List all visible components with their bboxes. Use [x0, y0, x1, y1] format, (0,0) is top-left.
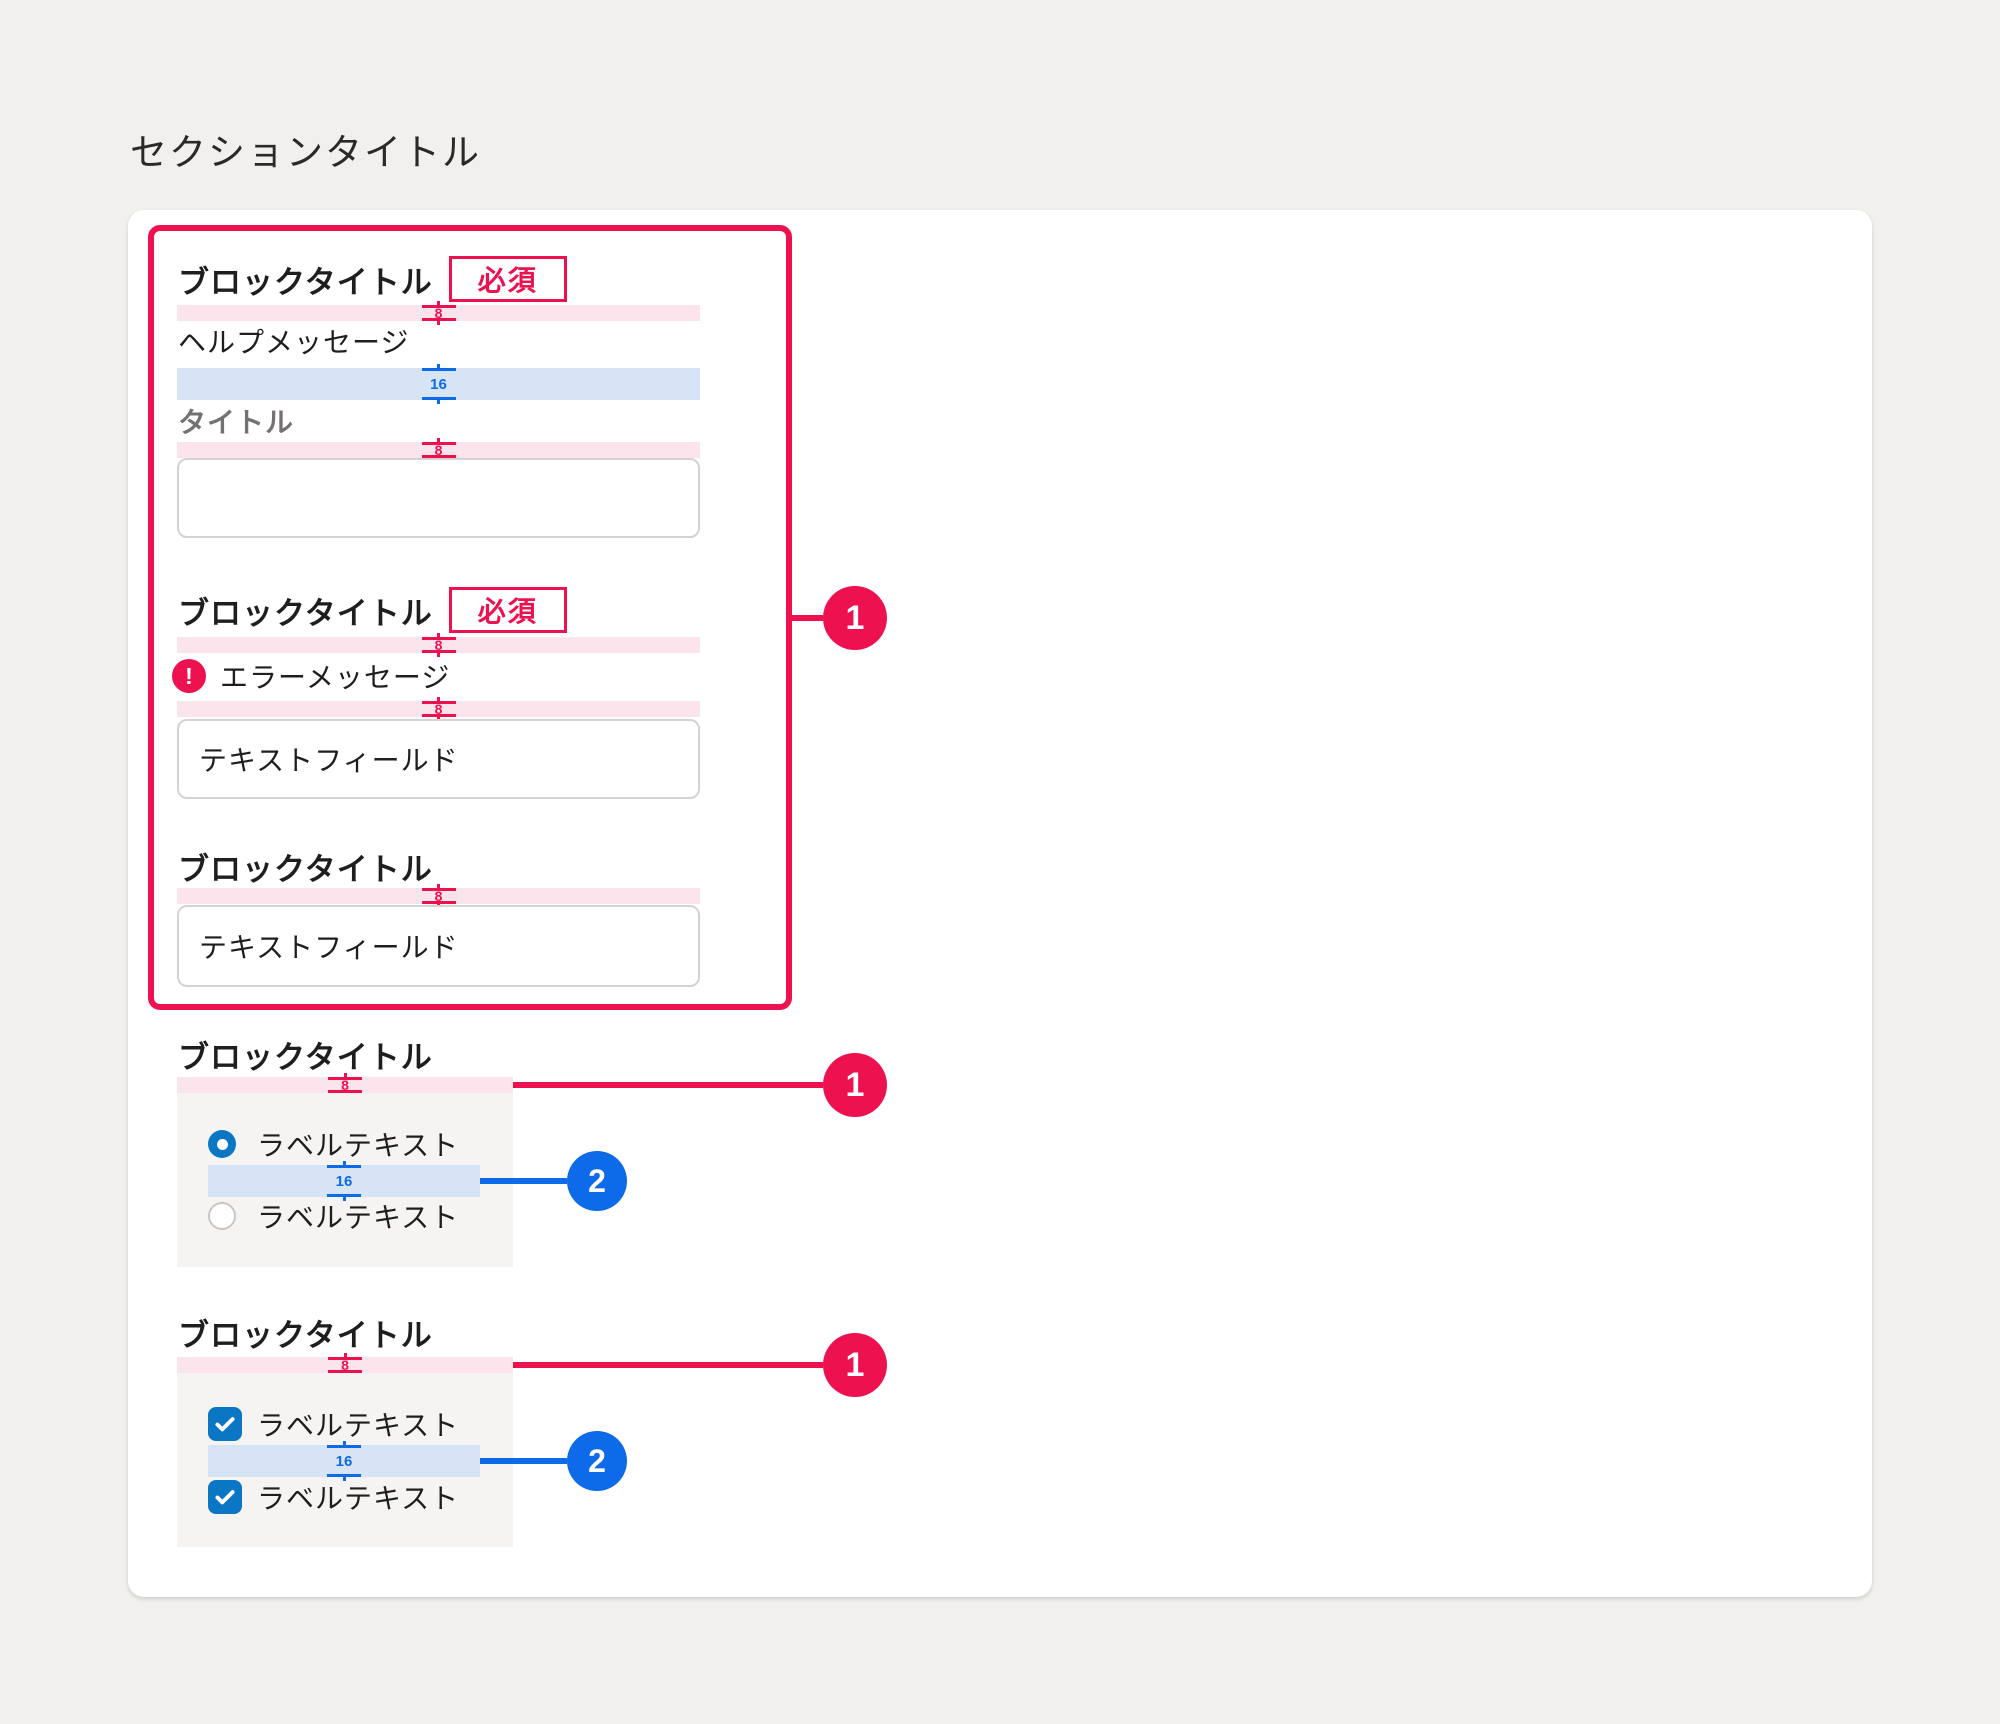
spacing-marker-8: 8	[328, 1077, 362, 1093]
checkbox-option-row[interactable]: ラベルテキスト	[208, 1479, 459, 1515]
block1-title-row: ブロックタイトル 必須	[178, 255, 567, 303]
block1-help-message: ヘルプメッセージ	[178, 324, 409, 362]
radio-block-title-row: ブロックタイトル	[178, 1034, 433, 1074]
spacing-marker-16: 16	[327, 1165, 361, 1197]
block1-required-badge: 必須	[449, 256, 567, 302]
radio-selected-icon[interactable]	[208, 1130, 236, 1158]
callout2-connector-line	[480, 1458, 567, 1464]
callout-1-badge: 1	[823, 1333, 887, 1397]
checkbox-checked-icon[interactable]	[208, 1480, 242, 1514]
radio-option-row[interactable]: ラベルテキスト	[208, 1200, 459, 1232]
callout-2-badge: 2	[567, 1151, 627, 1211]
checkbox-block-title-row: ブロックタイトル	[178, 1312, 433, 1352]
callout1-connector-line	[792, 615, 823, 621]
block3-text-field[interactable]: テキストフィールド	[177, 905, 700, 987]
checkmark-icon	[212, 1484, 238, 1510]
checkbox-option-row[interactable]: ラベルテキスト	[208, 1406, 459, 1442]
radio-unselected-icon[interactable]	[208, 1202, 236, 1230]
spacing-marker-16: 16	[327, 1445, 361, 1477]
radio-block-spacing-bar-16: 16	[208, 1165, 480, 1197]
page: セクションタイトル ブロックタイトル 必須 8 ヘルプメッセージ 16 タイトル…	[0, 0, 2000, 1724]
block1-inner-label: タイトル	[178, 404, 294, 442]
block1-title: ブロックタイトル	[178, 257, 433, 302]
radio-option-row[interactable]: ラベルテキスト	[208, 1128, 459, 1160]
callout1-connector-line	[513, 1362, 823, 1368]
block2-title-row: ブロックタイトル 必須	[178, 586, 567, 634]
callout-1-badge: 1	[823, 586, 887, 650]
spacing-marker-8: 8	[422, 637, 456, 653]
block2-error-message: エラーメッセージ	[220, 656, 450, 696]
callout2-connector-line	[480, 1178, 567, 1184]
radio-block-spacing-bar-8: 8	[177, 1077, 513, 1093]
block2-required-badge: 必須	[449, 587, 567, 633]
spacing-marker-8: 8	[422, 701, 456, 717]
checkbox-block-spacing-bar-16: 16	[208, 1445, 480, 1477]
block2-spacing-bar-8a: 8	[177, 637, 700, 653]
block1-spacing-bar-8a: 8	[177, 305, 700, 321]
spacing-marker-8: 8	[422, 888, 456, 904]
block2-error-row: ! エラーメッセージ	[172, 657, 450, 695]
error-exclamation-icon: !	[172, 659, 206, 693]
block3-spacing-bar-8: 8	[177, 888, 700, 904]
block2-text-field[interactable]: テキストフィールド	[177, 719, 700, 799]
block2-spacing-bar-8b: 8	[177, 701, 700, 717]
checkbox-option-label: ラベルテキスト	[257, 1404, 459, 1444]
block1-text-field[interactable]	[177, 458, 700, 538]
spacing-marker-8: 8	[422, 442, 456, 458]
section-title: セクションタイトル	[130, 122, 481, 176]
block1-spacing-bar-16: 16	[177, 368, 700, 400]
checkmark-icon	[212, 1411, 238, 1437]
radio-option-label: ラベルテキスト	[257, 1196, 459, 1236]
block1-spacing-bar-8b: 8	[177, 442, 700, 458]
spacing-marker-8: 8	[422, 305, 456, 321]
block3-title-row: ブロックタイトル	[178, 846, 433, 886]
checkbox-block-title: ブロックタイトル	[178, 1310, 433, 1355]
checkbox-option-label: ラベルテキスト	[257, 1477, 459, 1517]
radio-block-title: ブロックタイトル	[178, 1032, 433, 1077]
block3-title: ブロックタイトル	[178, 844, 433, 889]
callout-2-badge: 2	[567, 1431, 627, 1491]
block2-title: ブロックタイトル	[178, 588, 433, 633]
spacing-marker-8: 8	[328, 1357, 362, 1373]
callout1-connector-line	[513, 1082, 823, 1088]
checkbox-checked-icon[interactable]	[208, 1407, 242, 1441]
callout-1-badge: 1	[823, 1053, 887, 1117]
radio-option-label: ラベルテキスト	[257, 1124, 459, 1164]
spacing-marker-16: 16	[422, 368, 456, 400]
checkbox-block-spacing-bar-8: 8	[177, 1357, 513, 1373]
